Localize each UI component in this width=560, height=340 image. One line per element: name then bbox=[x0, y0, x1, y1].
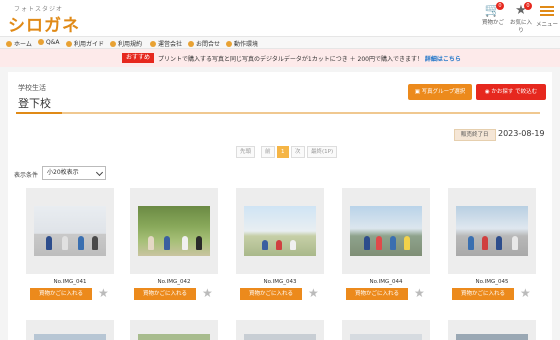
photo-thumbnail[interactable] bbox=[236, 188, 324, 274]
add-to-cart-button[interactable]: 買物かごに入れる bbox=[240, 288, 302, 300]
favorite-star-icon[interactable]: ★ bbox=[308, 286, 319, 300]
photo-image bbox=[138, 206, 210, 256]
favorite-star-icon[interactable]: ★ bbox=[414, 286, 425, 300]
photo-thumbnail[interactable] bbox=[342, 320, 430, 340]
site-header: フォトスタジオ シロガネ 🛒 0 買物かご ★ 0 お気に入り メニュー bbox=[0, 0, 560, 36]
sale-end-label: 販売終了日 bbox=[454, 129, 496, 141]
promo-details-link[interactable]: 詳細はこちら bbox=[425, 56, 461, 63]
chevron-down-icon bbox=[95, 168, 104, 177]
photo-number: No.IMG_043 bbox=[263, 279, 297, 285]
photo-image bbox=[350, 206, 422, 256]
bullet-icon bbox=[188, 41, 194, 47]
face-search-button[interactable]: ◉ かお探す で絞込む bbox=[476, 84, 546, 100]
gallery-panel: 学校生活 登下校 ▣ 写真グループ選択 ◉ かお探す で絞込む 販売終了日 20… bbox=[8, 72, 552, 340]
photo-thumbnail[interactable] bbox=[26, 320, 114, 340]
display-condition-label: 表示条件 bbox=[14, 172, 39, 179]
pager-last[interactable]: 最終(1P) bbox=[307, 146, 338, 158]
page-title: 登下校 bbox=[18, 97, 51, 110]
add-to-cart-button[interactable]: 買物かごに入れる bbox=[30, 288, 92, 300]
photo-thumbnail[interactable] bbox=[26, 188, 114, 274]
favorites-link[interactable]: ★ 0 お気に入り bbox=[508, 2, 534, 34]
photo-thumbnail[interactable] bbox=[130, 320, 218, 340]
pager-first[interactable]: 先頭 bbox=[236, 146, 256, 158]
bullet-icon bbox=[226, 41, 232, 47]
site-logo[interactable]: シロガネ bbox=[8, 11, 80, 36]
bullet-icon bbox=[66, 41, 72, 47]
star-icon: ★ 0 bbox=[508, 2, 534, 18]
photo-thumbnail[interactable] bbox=[236, 320, 324, 340]
nav-item-environment[interactable]: 動作環境 bbox=[226, 39, 258, 48]
menu-button[interactable]: メニュー bbox=[534, 4, 560, 28]
favorites-label: お気に入り bbox=[509, 20, 532, 34]
add-to-cart-button[interactable]: 買物かごに入れる bbox=[452, 288, 514, 300]
photo-image bbox=[456, 206, 528, 256]
photo-number: No.IMG_042 bbox=[157, 279, 191, 285]
photo-number: No.IMG_044 bbox=[369, 279, 403, 285]
title-underline bbox=[16, 112, 540, 114]
bullet-icon bbox=[38, 39, 44, 45]
favorite-star-icon[interactable]: ★ bbox=[520, 286, 531, 300]
photo-item: No.IMG_045 買物かごに入れる ★ bbox=[448, 188, 536, 300]
photo-thumbnail[interactable] bbox=[342, 188, 430, 274]
global-nav: ホーム Q&A 利用ガイド 利用規約 運営会社 お問合せ 動作環境 bbox=[0, 36, 560, 49]
cart-link[interactable]: 🛒 0 買物かご bbox=[480, 2, 506, 26]
photo-thumbnail[interactable] bbox=[448, 188, 536, 274]
photo-thumbnail[interactable] bbox=[130, 188, 218, 274]
photo-item: No.IMG_041 買物かごに入れる ★ bbox=[26, 188, 114, 300]
promo-text: プリントで購入する写真と同じ写真のデジタルデータが1カットにつき ＋ 200円で… bbox=[158, 56, 461, 63]
nav-item-terms[interactable]: 利用規約 bbox=[110, 39, 142, 48]
bullet-icon bbox=[6, 41, 12, 47]
promo-tag: おすすめ bbox=[122, 53, 155, 63]
nav-item-company[interactable]: 運営会社 bbox=[150, 39, 182, 48]
cart-icon: 🛒 0 bbox=[480, 2, 506, 18]
photo-group-select-button[interactable]: ▣ 写真グループ選択 bbox=[408, 84, 472, 100]
photo-image bbox=[34, 206, 106, 256]
display-count-select[interactable]: 小20枚表示 bbox=[42, 166, 106, 180]
cart-label: 買物かご bbox=[481, 20, 504, 26]
menu-icon bbox=[534, 6, 560, 20]
add-to-cart-button[interactable]: 買物かごに入れる bbox=[134, 288, 196, 300]
cart-badge: 0 bbox=[496, 2, 504, 10]
folder-icon: ▣ bbox=[414, 89, 422, 95]
photo-item: No.IMG_044 買物かごに入れる ★ bbox=[342, 188, 430, 300]
nav-item-contact[interactable]: お問合せ bbox=[188, 39, 220, 48]
photo-number: No.IMG_045 bbox=[475, 279, 509, 285]
photo-thumbnail[interactable] bbox=[448, 320, 536, 340]
favorite-star-icon[interactable]: ★ bbox=[98, 286, 109, 300]
favorites-badge: 0 bbox=[524, 2, 532, 10]
favorite-star-icon[interactable]: ★ bbox=[202, 286, 213, 300]
sale-end-date: 2023-08-19 bbox=[498, 129, 545, 138]
category-label: 学校生活 bbox=[18, 84, 46, 92]
pager-current[interactable]: 1 bbox=[277, 146, 289, 158]
nav-item-home[interactable]: ホーム bbox=[6, 39, 32, 48]
bullet-icon bbox=[150, 41, 156, 47]
add-to-cart-button[interactable]: 買物かごに入れる bbox=[346, 288, 408, 300]
photo-number: No.IMG_041 bbox=[53, 279, 87, 285]
nav-item-qa[interactable]: Q&A bbox=[38, 39, 60, 46]
photo-image bbox=[244, 206, 316, 256]
photo-item: No.IMG_042 買物かごに入れる ★ bbox=[130, 188, 218, 300]
pager-next[interactable]: 次 bbox=[291, 146, 305, 158]
photo-item: No.IMG_043 買物かごに入れる ★ bbox=[236, 188, 324, 300]
nav-item-guide[interactable]: 利用ガイド bbox=[66, 39, 104, 48]
bullet-icon bbox=[110, 41, 116, 47]
promo-banner: おすすめ プリントで購入する写真と同じ写真のデジタルデータが1カットにつき ＋ … bbox=[0, 49, 560, 67]
menu-label: メニュー bbox=[535, 22, 558, 28]
pager-prev[interactable]: 前 bbox=[261, 146, 275, 158]
